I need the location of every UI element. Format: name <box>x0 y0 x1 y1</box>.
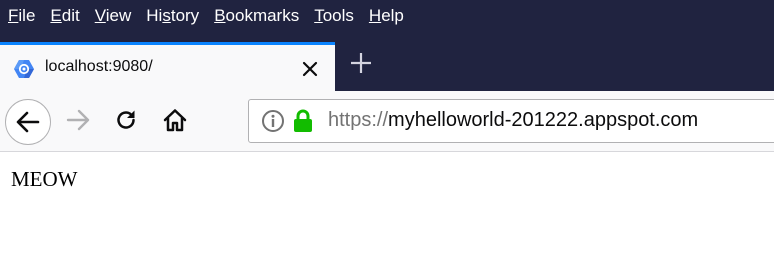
back-arrow-icon <box>15 109 41 135</box>
info-icon[interactable] <box>261 109 285 133</box>
menu-history[interactable]: History <box>138 6 206 26</box>
menu-edit[interactable]: Edit <box>42 6 86 26</box>
menu-help[interactable]: Help <box>361 6 411 26</box>
menu-tools[interactable]: Tools <box>306 6 361 26</box>
reload-icon <box>114 108 138 132</box>
url-text[interactable]: https://myhelloworld-201222.appspot.com <box>328 109 698 132</box>
url-host: myhelloworld-201222.appspot.com <box>388 109 699 131</box>
back-button[interactable] <box>5 99 51 145</box>
browser-tab[interactable]: localhost:9080/ <box>0 42 335 91</box>
new-tab-button[interactable] <box>343 45 379 81</box>
lock-icon[interactable] <box>292 108 314 134</box>
tab-title: localhost:9080/ <box>45 58 153 75</box>
plus-icon <box>350 52 372 74</box>
url-bar[interactable]: https://myhelloworld-201222.appspot.com <box>248 99 774 143</box>
forward-button[interactable] <box>62 104 94 136</box>
tab-strip: localhost:9080/ <box>0 32 774 91</box>
menu-bookmarks[interactable]: Bookmarks <box>206 6 306 26</box>
reload-button[interactable] <box>110 104 142 136</box>
close-tab-icon[interactable] <box>297 56 323 82</box>
menu-view[interactable]: View <box>87 6 139 26</box>
page-body-text: MEOW <box>11 167 78 191</box>
navigation-toolbar: https://myhelloworld-201222.appspot.com <box>0 91 774 152</box>
menu-file[interactable]: File <box>0 6 42 26</box>
google-cloud-hexagon-icon <box>13 58 35 80</box>
url-scheme: https:// <box>328 109 389 131</box>
home-icon <box>162 107 188 133</box>
home-button[interactable] <box>159 104 191 136</box>
menu-bar: File Edit View History Bookmarks Tools H… <box>0 0 774 32</box>
forward-arrow-icon <box>65 107 91 133</box>
